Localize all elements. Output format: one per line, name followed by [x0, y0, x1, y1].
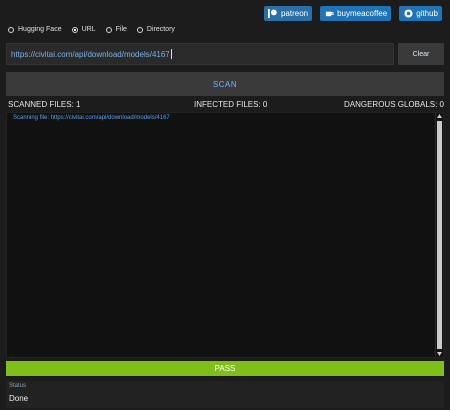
radio-label-file: File [115, 26, 127, 33]
scroll-down-icon[interactable] [436, 351, 443, 357]
scanned-files-count: SCANNED FILES: 1 [8, 100, 81, 109]
buymeacoffee-button[interactable]: buymeacoffee [320, 6, 392, 21]
radio-dot-url[interactable] [71, 26, 78, 33]
radio-label-url: URL [81, 26, 96, 33]
radio-directory[interactable]: Directory [136, 26, 175, 33]
radio-url[interactable]: URL [71, 26, 96, 33]
status-value: Done [9, 394, 29, 403]
patreon-icon [268, 9, 278, 19]
url-input-value: https://civitai.com/api/download/models/… [11, 49, 170, 59]
log-scrollbar[interactable] [435, 113, 443, 357]
radio-dot-hugging-face[interactable] [8, 26, 14, 33]
patreon-label: patreon [280, 9, 309, 18]
radio-dot-file[interactable] [105, 26, 112, 33]
log-line: Scanning file: https://civitai.com/api/d… [13, 115, 170, 121]
url-input[interactable]: https://civitai.com/api/download/models/… [6, 43, 394, 65]
scan-result-banner: PASS [6, 361, 444, 376]
scan-button[interactable]: SCAN [6, 72, 444, 96]
scan-stats: SCANNED FILES: 1 INFECTED FILES: 0 DANGE… [8, 100, 444, 110]
status-box: Status Done [6, 381, 444, 408]
status-label: Status [9, 383, 27, 389]
radio-label-directory: Directory [146, 26, 175, 33]
clear-button[interactable]: Clear [398, 43, 444, 65]
source-radio-group: Hugging Face URL File Directory [8, 26, 175, 33]
coffee-icon [324, 9, 334, 19]
radio-hugging-face[interactable]: Hugging Face [8, 26, 62, 33]
radio-dot-directory[interactable] [136, 26, 143, 33]
infected-files-count: INFECTED FILES: 0 [194, 100, 268, 109]
text-caret [170, 49, 172, 59]
github-button[interactable]: github [399, 6, 442, 21]
github-icon [403, 9, 413, 19]
top-links: patreon buymeacoffee github [263, 6, 442, 21]
dangerous-globals-count: DANGEROUS GLOBALS: 0 [343, 100, 444, 109]
radio-file[interactable]: File [105, 26, 127, 33]
scroll-up-icon[interactable] [436, 113, 443, 119]
github-label: github [416, 9, 438, 18]
buymeacoffee-label: buymeacoffee [337, 9, 388, 18]
radio-label-hugging-face: Hugging Face [18, 26, 62, 33]
scan-log[interactable]: Scanning file: https://civitai.com/api/d… [6, 112, 444, 358]
scrollbar-thumb[interactable] [437, 121, 442, 349]
patreon-button[interactable]: patreon [263, 6, 313, 21]
